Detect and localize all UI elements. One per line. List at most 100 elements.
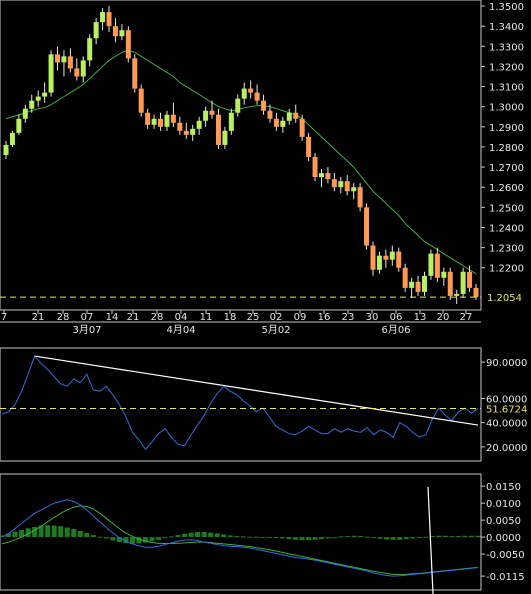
day-label: 30 <box>366 312 379 323</box>
histogram-bar <box>462 535 468 538</box>
macd-tick-label: 0.0150 <box>486 482 521 493</box>
price-tick-label: 1.3200 <box>489 62 524 73</box>
day-label: 02 <box>270 312 283 323</box>
candle-body <box>364 207 370 246</box>
histogram-bar <box>345 536 351 538</box>
histogram-bar <box>397 537 403 540</box>
candle-body <box>441 271 447 278</box>
macd-tick-label: 0.0000 <box>486 533 521 544</box>
histogram-bar <box>312 537 318 540</box>
histogram-bar <box>410 537 416 539</box>
histogram-bar <box>468 535 474 538</box>
rsi-tick-label: 40.0000 <box>486 419 527 430</box>
price-tick-label: 1.3300 <box>489 42 524 53</box>
candle-body <box>100 12 106 23</box>
macd-tick-label: 0.0050 <box>486 516 521 527</box>
histogram-bar <box>442 535 448 538</box>
candle-body <box>306 136 312 158</box>
candle-body <box>209 110 215 115</box>
histogram-bar <box>266 537 272 539</box>
day-label: 23 <box>342 312 355 323</box>
candle-body <box>61 56 67 63</box>
day-label: 21 <box>32 312 45 323</box>
current-price-label: 1.2054 <box>487 293 522 304</box>
candle-body <box>119 30 125 37</box>
candle-body <box>16 118 22 133</box>
histogram-bar <box>188 532 194 538</box>
candle-body <box>74 68 80 77</box>
candle-body <box>215 114 221 145</box>
candle-body <box>460 271 466 294</box>
rsi-current-label: 51.6724 <box>486 405 527 416</box>
candle-body <box>248 88 254 93</box>
histogram-bar <box>325 537 331 539</box>
day-label: 04 <box>175 312 188 323</box>
day-label: 28 <box>151 312 164 323</box>
histogram-bar <box>358 536 364 538</box>
month-label: 3月07 <box>72 324 101 336</box>
candle-body <box>415 281 421 292</box>
candle-body <box>67 56 73 69</box>
histogram-bar <box>227 535 233 538</box>
candle-body <box>447 271 453 296</box>
rsi-tick-label: 20.0000 <box>486 443 527 454</box>
histogram-bar <box>364 536 370 538</box>
candle-body <box>164 114 170 127</box>
histogram-bar <box>279 537 285 539</box>
histogram-bar <box>103 537 109 539</box>
histogram-bar <box>292 537 298 540</box>
histogram-bar <box>253 536 259 538</box>
histogram-bar <box>247 536 253 538</box>
day-label: 11 <box>200 312 213 323</box>
histogram-bar <box>58 526 64 538</box>
histogram-bar <box>403 537 409 540</box>
candle-body <box>280 120 286 127</box>
day-label: 07 <box>81 312 94 323</box>
chart-window: 1.3500 1.3400 1.3300 1.3200 1.3100 1.3000 1.29… <box>0 0 531 594</box>
histogram-bar <box>182 533 188 538</box>
candle-body <box>55 54 61 63</box>
candle-body <box>170 114 176 123</box>
candle-body <box>338 181 344 188</box>
histogram-bar <box>214 533 220 538</box>
histogram-bar <box>149 537 155 542</box>
histogram-bar <box>475 535 481 538</box>
candle-body <box>261 100 267 111</box>
month-label: 4月04 <box>166 324 195 336</box>
candle-body <box>357 187 363 208</box>
candle-body <box>3 144 9 155</box>
histogram-bar <box>84 533 90 538</box>
candle-body <box>35 96 41 101</box>
candle-body <box>351 187 357 192</box>
candle-body <box>331 179 337 188</box>
day-label: 25 <box>247 312 260 323</box>
histogram-bar <box>423 536 429 538</box>
candle-body <box>267 110 273 119</box>
histogram-bar <box>384 537 390 540</box>
candle-body <box>383 255 389 260</box>
price-tick-label: 1.3100 <box>489 83 524 94</box>
candle-body <box>396 251 402 268</box>
histogram-bar <box>201 532 207 538</box>
histogram-bar <box>169 536 175 538</box>
histogram-bar <box>338 536 344 538</box>
candle-body <box>235 98 241 113</box>
candle-body <box>325 173 331 180</box>
day-label: 20 <box>437 312 450 323</box>
histogram-bar <box>351 535 357 538</box>
candle-body <box>318 173 324 178</box>
histogram-bar <box>299 537 305 541</box>
candle-body <box>467 271 473 288</box>
histogram-bar <box>240 536 246 538</box>
candle-body <box>106 12 112 27</box>
candle-body <box>158 118 164 127</box>
histogram-bar <box>51 525 57 538</box>
candle-body <box>286 112 292 121</box>
candle-body <box>222 130 228 145</box>
candle-body <box>402 267 408 288</box>
candle-body <box>203 110 209 121</box>
candle-body <box>409 281 415 288</box>
candle-body <box>428 253 434 276</box>
candle-body <box>138 88 144 113</box>
price-tick-label: 1.2200 <box>489 264 524 275</box>
